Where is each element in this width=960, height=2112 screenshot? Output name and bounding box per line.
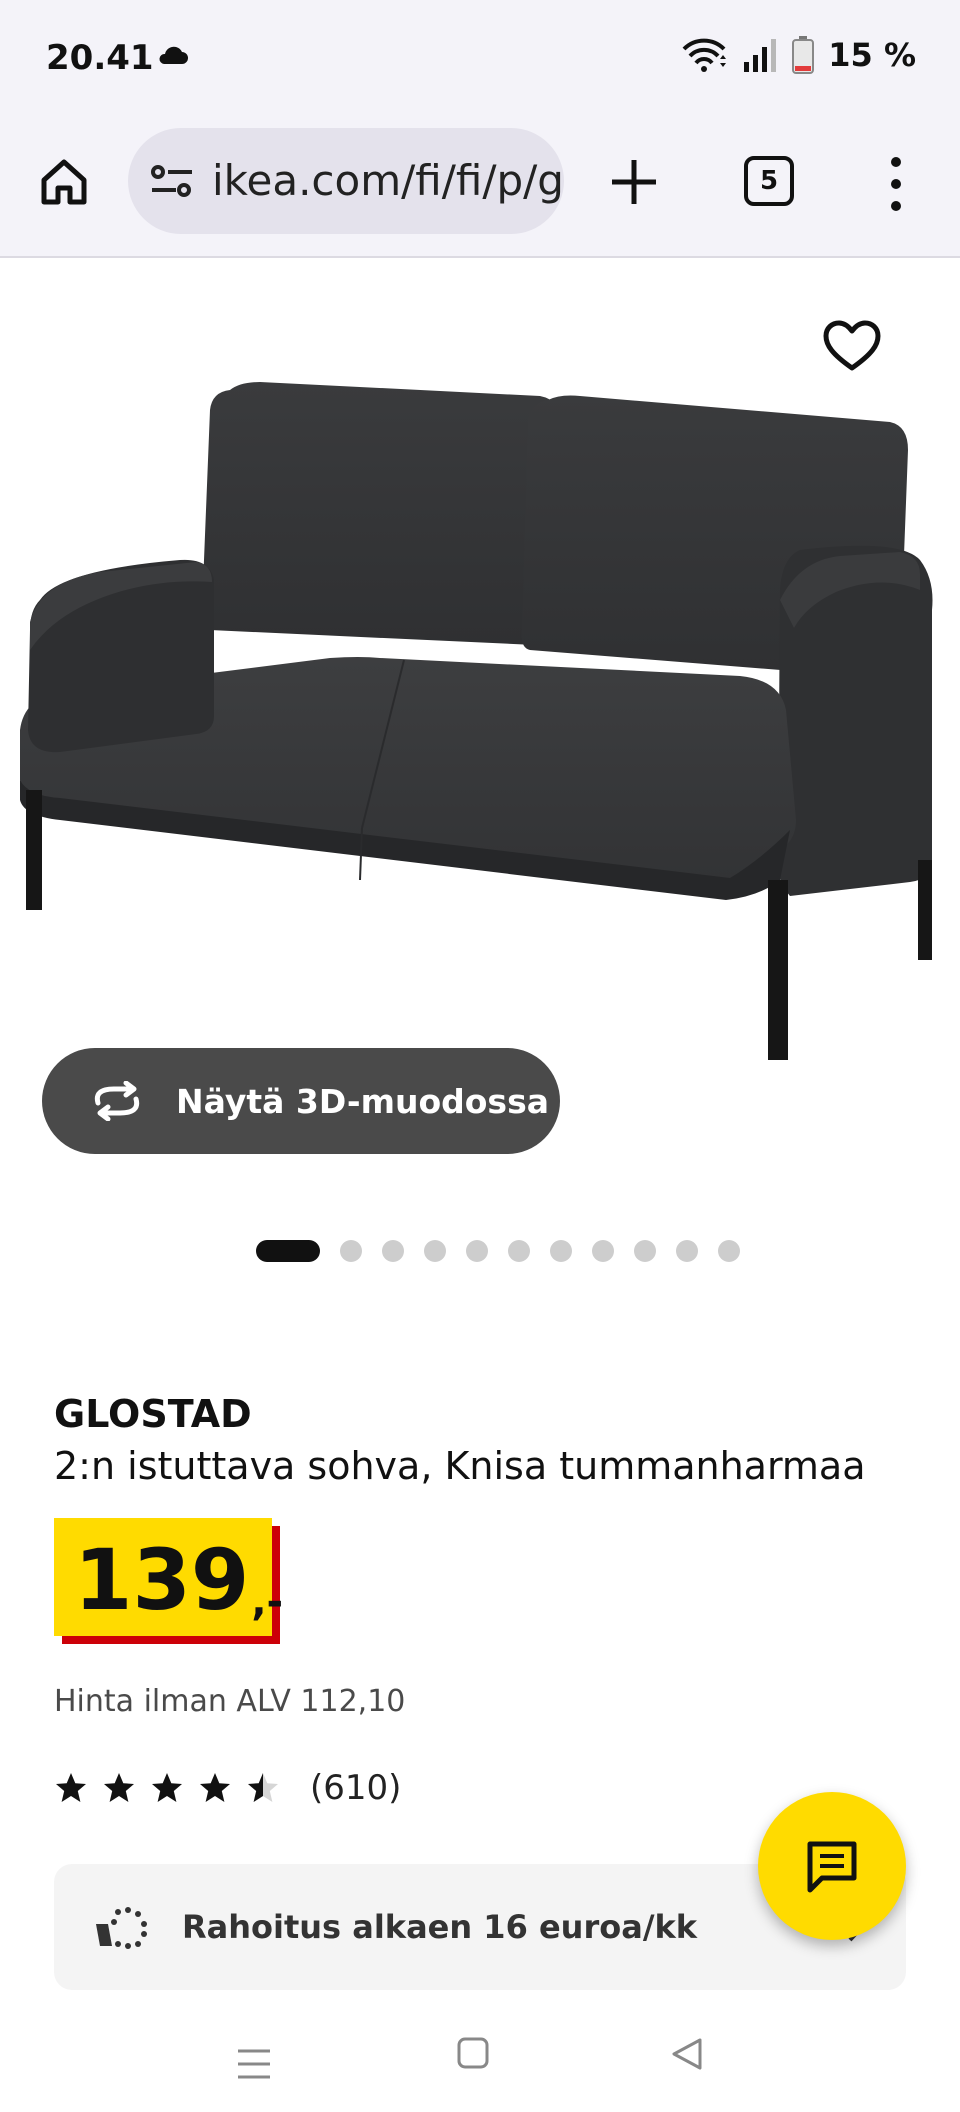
- star-full-icon: [56, 1773, 86, 1802]
- pagination-dot[interactable]: [550, 1240, 572, 1262]
- gallery-pagination: [256, 1240, 740, 1262]
- rating-count[interactable]: (610): [310, 1768, 401, 1808]
- pagination-dot[interactable]: [592, 1240, 614, 1262]
- pagination-dot[interactable]: [466, 1240, 488, 1262]
- product-gallery[interactable]: Näytä 3D-muodossa: [0, 260, 960, 1262]
- product-name: GLOSTAD: [54, 1392, 252, 1436]
- rotate-3d-icon: [94, 1081, 140, 1121]
- battery-icon: [792, 36, 815, 74]
- price-suffix: ,-: [251, 1579, 284, 1625]
- pagination-dot[interactable]: [340, 1240, 362, 1262]
- nav-home-icon[interactable]: [456, 2036, 490, 2070]
- status-bar: 20.41 15 %: [0, 0, 960, 116]
- chat-icon: [807, 1841, 857, 1893]
- view-3d-label: Näytä 3D-muodossa: [176, 1081, 549, 1121]
- pagination-dot[interactable]: [508, 1240, 530, 1262]
- pagination-dot[interactable]: [424, 1240, 446, 1262]
- price-without-vat: Hinta ilman ALV 112,10: [54, 1684, 406, 1719]
- financing-label: Rahoitus alkaen 16 euroa/kk: [182, 1908, 698, 1946]
- star-full-icon: [104, 1773, 134, 1802]
- star-full-icon: [200, 1773, 230, 1802]
- battery-percent: 15 %: [828, 36, 916, 74]
- browser-toolbar: ikea.com/fi/fi/p/glostad-2-n-istuttava-s…: [0, 116, 960, 258]
- more-vert-icon[interactable]: [876, 154, 916, 214]
- signal-icon: [744, 39, 777, 72]
- new-tab-icon[interactable]: [608, 156, 660, 208]
- chat-button[interactable]: [758, 1792, 906, 1940]
- tab-count: 5: [759, 166, 779, 196]
- pagination-dot[interactable]: [676, 1240, 698, 1262]
- star-full-icon: [152, 1773, 182, 1802]
- star-half-icon: [248, 1773, 278, 1802]
- status-icons: 15 %: [680, 36, 916, 74]
- price-box: 139 ,-: [54, 1518, 283, 1636]
- pagination-dot[interactable]: [382, 1240, 404, 1262]
- home-icon[interactable]: [38, 156, 90, 208]
- pagination-dot[interactable]: [718, 1240, 740, 1262]
- address-bar[interactable]: ikea.com/fi/fi/p/glostad-2-n-istuttava-s…: [128, 128, 564, 234]
- nav-back-icon[interactable]: [670, 2036, 704, 2072]
- rating[interactable]: (610): [54, 1768, 401, 1808]
- system-navigation-bar: [0, 2000, 960, 2112]
- url-text[interactable]: ikea.com/fi/fi/p/glostad-2-n-istuttava-s…: [212, 156, 564, 205]
- price-tag: 139 ,-: [54, 1518, 283, 1644]
- product-description: 2:n istuttava sohva, Knisa tummanharmaa: [54, 1444, 866, 1488]
- site-settings-icon[interactable]: [150, 164, 194, 198]
- view-3d-button[interactable]: Näytä 3D-muodossa: [42, 1048, 560, 1154]
- cloud-icon: [159, 46, 188, 64]
- pagination-dot[interactable]: [634, 1240, 656, 1262]
- recent-apps-icon[interactable]: [236, 2048, 272, 2080]
- pagination-dot-active[interactable]: [256, 1240, 320, 1262]
- sofa-product-image: [20, 382, 933, 1060]
- price-main: 139: [74, 1531, 250, 1629]
- wifi-icon: [682, 38, 727, 72]
- status-time: 20.41: [46, 38, 154, 78]
- piggy-bank-icon: [96, 1907, 147, 1949]
- tabs-icon[interactable]: 5: [744, 156, 794, 206]
